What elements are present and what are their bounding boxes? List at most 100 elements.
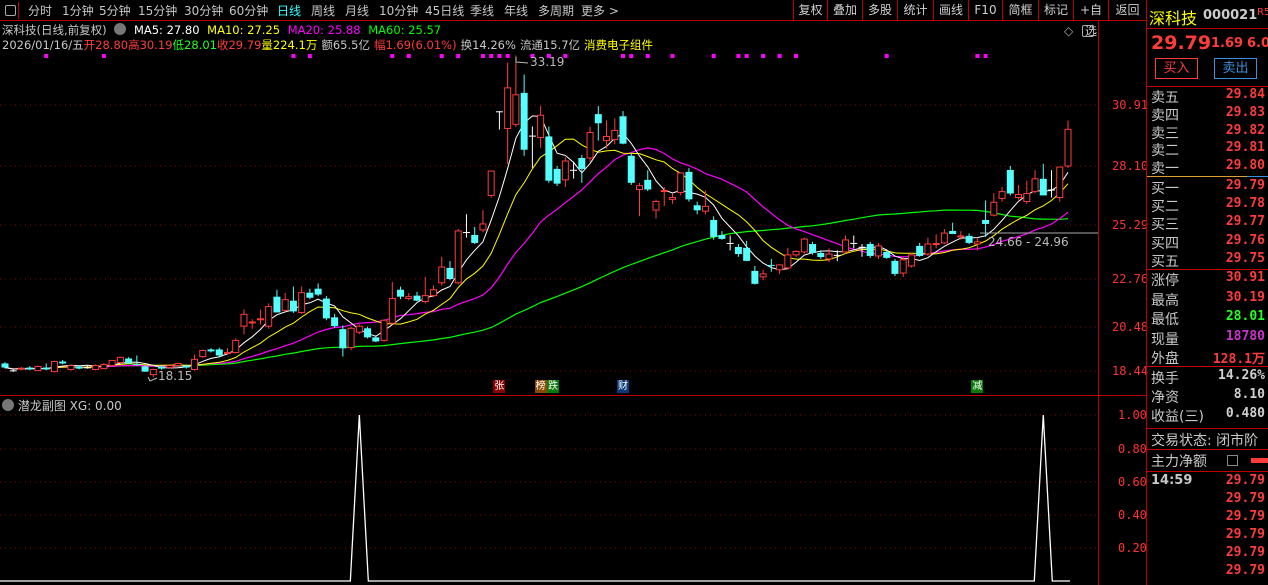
candle-body: [487, 170, 495, 196]
candle-body: [899, 259, 907, 274]
candle-body: [289, 300, 297, 312]
candle-body: [734, 246, 742, 255]
candle-body: [850, 242, 858, 244]
candle-body: [100, 364, 108, 370]
subchart-legend: 潜龙副图 XG: 0.00: [2, 397, 122, 414]
candle-body: [1031, 178, 1039, 193]
candle-body: [586, 132, 594, 159]
candle-body: [512, 94, 520, 125]
main-flow-label: 主力净额: [1151, 454, 1207, 470]
candle-body: [1015, 194, 1023, 198]
candle-body: [924, 243, 932, 255]
candle-body: [949, 230, 957, 234]
tick-row: 29.79: [1151, 527, 1267, 545]
signal-dot: [645, 54, 650, 58]
candle-body: [339, 329, 347, 349]
row-value: 29.76: [1225, 232, 1265, 248]
candle-body: [232, 339, 240, 353]
row-label: 最高: [1151, 292, 1179, 309]
candle-body: [388, 298, 396, 324]
candle-body: [743, 247, 751, 261]
candle-body: [306, 292, 314, 298]
row-value: 14.26%: [1218, 368, 1265, 383]
candle-body: [34, 365, 42, 372]
candle-body: [256, 318, 264, 321]
stat-row: 现量 18780: [1151, 329, 1267, 348]
candle-body: [990, 201, 998, 216]
event-marker[interactable]: 财: [617, 380, 630, 393]
y-tick-label: 18.44: [1112, 364, 1149, 378]
list-icon[interactable]: [1227, 455, 1238, 466]
sell-button[interactable]: 卖出: [1214, 58, 1257, 79]
signal-dot: [884, 54, 889, 58]
pct-change: 6.0: [1247, 36, 1268, 51]
candle-body: [141, 366, 149, 372]
candlestick-chart[interactable]: [0, 0, 1098, 585]
y-tick-label: 30.91: [1112, 98, 1149, 112]
candle-body: [504, 87, 512, 129]
candle-body: [776, 264, 784, 271]
row-label: 买五: [1151, 253, 1179, 270]
candle-body: [701, 205, 709, 212]
candle-body: [240, 313, 248, 327]
tick-price: 29.79: [1225, 545, 1265, 560]
event-marker[interactable]: 减: [971, 380, 984, 393]
candle-body: [825, 253, 833, 260]
bid-row: 买二 29.78: [1151, 196, 1267, 215]
candle-body: [265, 306, 273, 327]
stat-row: 最低 28.01: [1151, 309, 1267, 328]
buy-button[interactable]: 买入: [1155, 58, 1198, 79]
sub-y-tick-label: 0.40: [1118, 508, 1147, 522]
event-marker[interactable]: 张: [493, 380, 506, 393]
fin-row: 收益(三) 0.480: [1151, 406, 1267, 425]
subchart-title: 潜龙副图: [17, 399, 66, 413]
row-label: 现量: [1151, 331, 1179, 348]
candle-body: [957, 235, 965, 238]
tick-price: 29.79: [1225, 563, 1265, 578]
candle-body: [891, 260, 899, 274]
stat-row: 最高 30.19: [1151, 290, 1267, 309]
candle-body: [636, 185, 644, 191]
candle-body: [223, 351, 231, 355]
toolbar-button[interactable]: 返回: [1108, 0, 1146, 21]
row-label: 最低: [1151, 312, 1179, 328]
candle-body: [125, 358, 133, 364]
candle-body: [693, 205, 701, 211]
row-label: 外盘: [1151, 351, 1179, 367]
range-label: 24.66 - 24.96: [988, 235, 1069, 249]
signal-dot: [621, 54, 626, 58]
candle-body: [619, 116, 627, 144]
event-marker[interactable]: 榜: [534, 380, 547, 393]
quote-panel: 深科技 000021 R5 29.79 1.69 6.0 买入 卖出 卖五 29.…: [1146, 0, 1268, 585]
candle-body: [322, 298, 330, 319]
candle-body: [207, 349, 215, 352]
candle-body: [1056, 166, 1064, 198]
event-marker[interactable]: 跌: [546, 380, 559, 393]
candle-body: [215, 349, 223, 356]
candle-body: [9, 370, 17, 372]
signal-dot: [629, 54, 634, 58]
candle-body: [199, 350, 207, 358]
candle-body: [59, 361, 67, 364]
main-flow-bar: [1251, 458, 1268, 463]
candle-body: [842, 239, 850, 253]
row-value: 29.77: [1225, 214, 1265, 230]
row-value: 29.78: [1225, 196, 1265, 212]
candle-body: [67, 365, 75, 370]
sub-y-tick-label: 1.00: [1118, 408, 1147, 422]
candle-body: [545, 136, 553, 181]
candle-body: [874, 245, 882, 257]
tick-time: 14:59: [1151, 473, 1193, 488]
signal-dot: [761, 54, 766, 58]
ask-row: 卖五 29.84: [1151, 87, 1267, 106]
flag: R5: [1257, 7, 1268, 18]
candle-body: [191, 358, 199, 370]
candle-body: [561, 160, 569, 181]
candle-body: [298, 292, 306, 313]
dropdown-icon[interactable]: [2, 399, 14, 411]
candle-body: [413, 295, 421, 301]
panel-divider: [0, 395, 1146, 396]
ask-row: 卖三 29.82: [1151, 123, 1267, 142]
signal-dot: [480, 54, 485, 58]
tick-price: 29.79: [1225, 509, 1265, 524]
